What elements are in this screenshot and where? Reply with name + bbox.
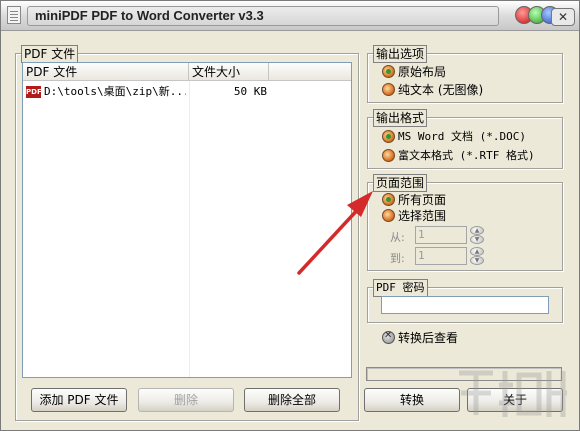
pdf-file-group-label: PDF 文件 bbox=[21, 45, 79, 63]
app-document-icon bbox=[7, 6, 21, 24]
title-bar[interactable]: miniPDF PDF to Word Converter v3.3 ✕ bbox=[1, 1, 579, 31]
radio-all-pages[interactable] bbox=[382, 193, 395, 206]
radio-original-layout-label: 原始布局 bbox=[398, 65, 447, 79]
stepper-down-icon[interactable]: ▼ bbox=[470, 235, 484, 244]
list-item[interactable]: PDF D:\tools\桌面\zip\新... 50 KB bbox=[23, 83, 351, 101]
list-item-size: 50 KB bbox=[233, 85, 267, 98]
stepper-down-icon[interactable]: ▼ bbox=[470, 256, 484, 265]
from-label: 从: bbox=[390, 231, 405, 244]
pdf-file-list[interactable]: PDF 文件 文件大小 PDF D:\tools\桌面\zip\新... 50 … bbox=[22, 62, 352, 378]
radio-rtf-label: 富文本格式 (*.RTF 格式) bbox=[398, 149, 535, 162]
to-page-input[interactable]: 1 bbox=[415, 247, 467, 265]
delete-button[interactable]: 删除 bbox=[138, 388, 234, 412]
convert-button[interactable]: 转换 bbox=[364, 388, 460, 412]
password-field[interactable] bbox=[381, 296, 549, 314]
radio-rtf[interactable] bbox=[382, 149, 395, 162]
column-divider bbox=[189, 81, 190, 377]
column-header-size[interactable]: 文件大小 bbox=[189, 63, 269, 81]
radio-word-doc-label: MS Word 文档 (*.DOC) bbox=[398, 130, 526, 143]
close-icon[interactable]: ✕ bbox=[551, 8, 575, 26]
stepper-up-icon[interactable]: ▲ bbox=[470, 247, 484, 256]
radio-all-pages-label: 所有页面 bbox=[398, 193, 447, 207]
list-header: PDF 文件 文件大小 bbox=[23, 63, 351, 81]
watermark-logo bbox=[459, 370, 567, 417]
radio-original-layout[interactable] bbox=[382, 65, 395, 78]
pdf-file-icon: PDF bbox=[26, 86, 42, 98]
delete-all-button[interactable]: 删除全部 bbox=[244, 388, 340, 412]
radio-plain-text-label: 纯文本 (无图像) bbox=[398, 83, 484, 97]
radio-select-range-label: 选择范围 bbox=[398, 209, 447, 223]
list-item-filename: D:\tools\桌面\zip\新... bbox=[44, 85, 186, 98]
add-pdf-button[interactable]: 添加 PDF 文件 bbox=[31, 388, 127, 412]
view-after-checkbox[interactable] bbox=[382, 330, 395, 344]
radio-select-range[interactable] bbox=[382, 209, 395, 222]
page-range-label: 页面范围 bbox=[373, 174, 428, 192]
radio-plain-text[interactable] bbox=[382, 83, 395, 96]
stepper-up-icon[interactable]: ▲ bbox=[470, 226, 484, 235]
from-page-input[interactable]: 1 bbox=[415, 226, 467, 244]
from-page-stepper[interactable]: ▲ ▼ bbox=[470, 226, 484, 244]
view-after-label: 转换后查看 bbox=[398, 331, 459, 345]
output-options-label: 输出选项 bbox=[373, 45, 428, 63]
column-header-file[interactable]: PDF 文件 bbox=[23, 63, 189, 81]
main-window: miniPDF PDF to Word Converter v3.3 ✕ PDF… bbox=[0, 0, 580, 431]
to-page-stepper[interactable]: ▲ ▼ bbox=[470, 247, 484, 265]
window-title: miniPDF PDF to Word Converter v3.3 bbox=[35, 8, 264, 23]
radio-word-doc[interactable] bbox=[382, 130, 395, 143]
output-format-label: 输出格式 bbox=[373, 109, 428, 127]
to-label: 到: bbox=[390, 252, 405, 265]
pdf-password-label: PDF 密码 bbox=[373, 279, 428, 297]
